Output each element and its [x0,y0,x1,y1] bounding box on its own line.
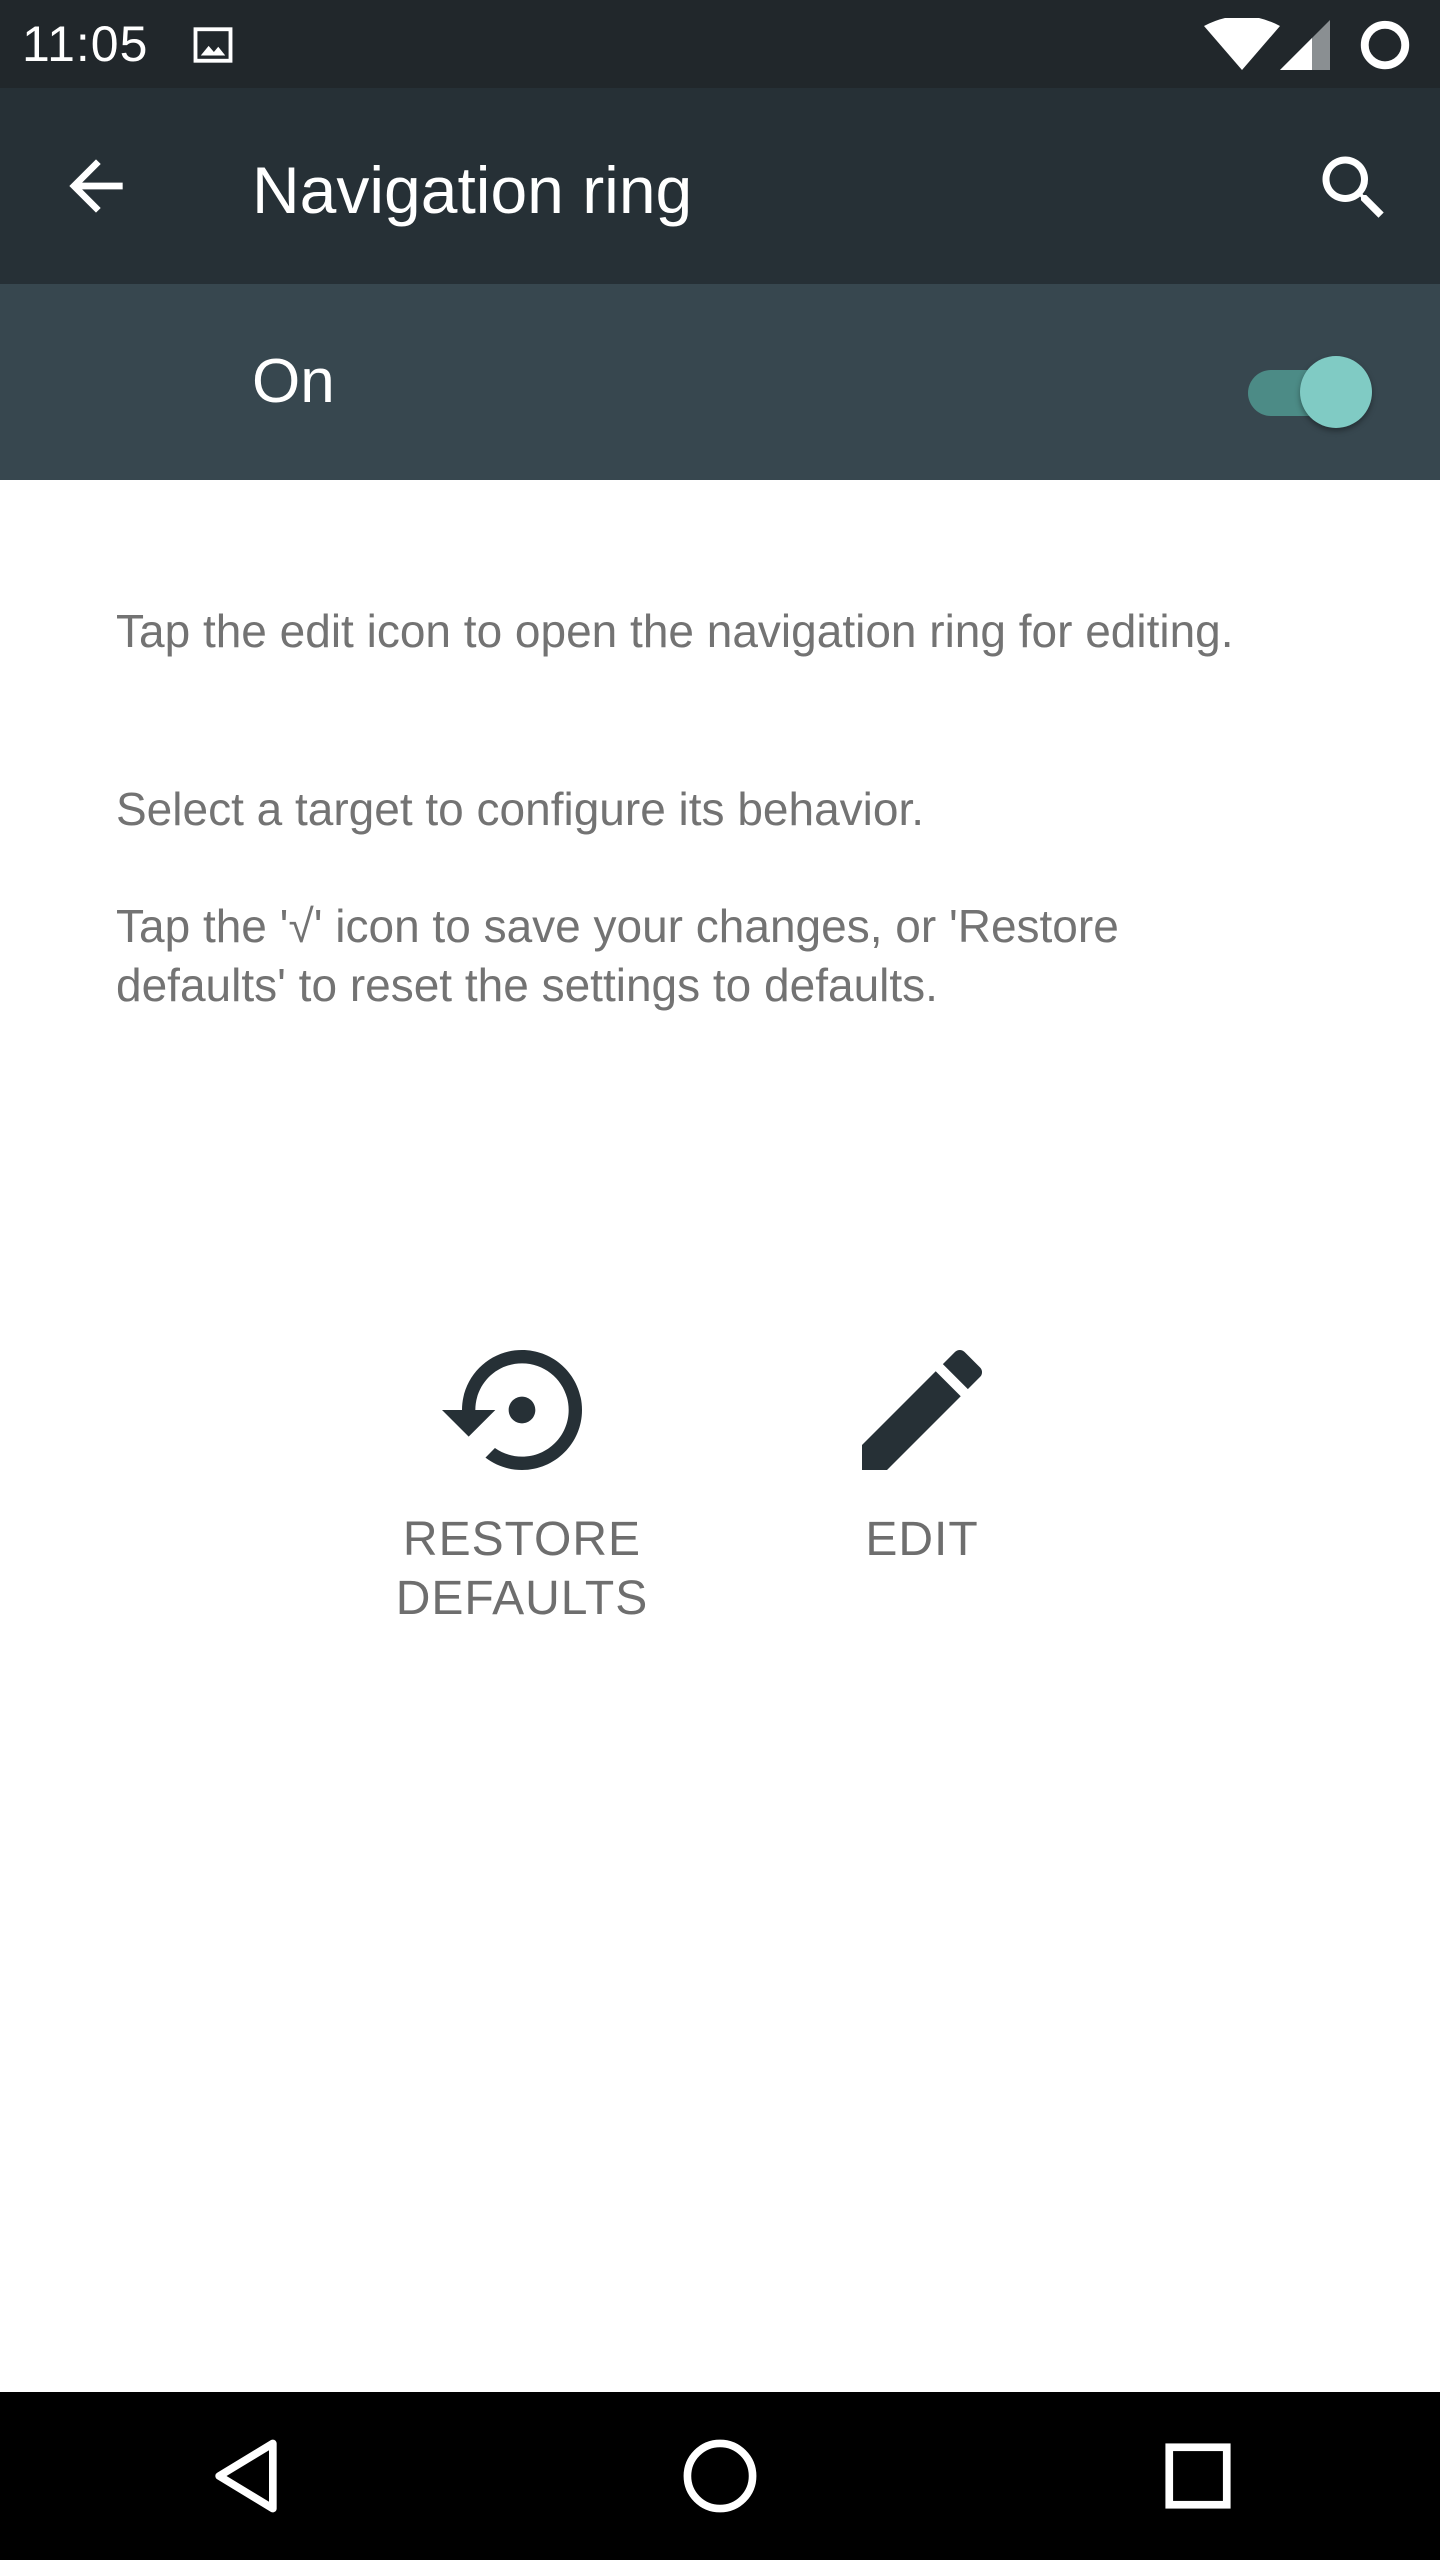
back-triangle-icon[interactable] [200,2430,292,2522]
gallery-icon [193,27,233,63]
switch-bar[interactable]: On [0,284,1440,480]
page-title: Navigation ring [252,153,693,227]
edit-button[interactable]: EDIT [762,1330,1082,1569]
edit-label: EDIT [865,1513,979,1566]
toolbar: Navigation ring [0,88,1440,284]
restore-icon [442,1350,582,1470]
system-navigation-bar [0,2392,1440,2560]
home-circle-icon[interactable] [674,2430,766,2522]
switch-label: On [252,347,335,416]
status-bar: 11:05 [0,0,1440,88]
toggle-thumb [1300,356,1372,428]
wifi-icon [1204,18,1280,70]
restore-defaults-label: RESTORE DEFAULTS [395,1513,649,1625]
on-off-toggle[interactable] [1246,344,1374,428]
signal-icon [1280,20,1330,70]
restore-defaults-button[interactable]: RESTORE DEFAULTS [362,1330,682,1628]
battery-icon [1360,20,1410,70]
search-icon[interactable] [1312,146,1396,230]
recents-square-icon[interactable] [1152,2430,1244,2522]
instruction-text-save: Tap the '√' icon to save your changes, o… [116,900,1119,1011]
instruction-text-select: Select a target to configure its behavio… [116,783,925,835]
status-time: 11:05 [22,16,149,72]
pencil-icon [862,1349,983,1470]
arrow-back-icon[interactable] [56,146,136,226]
instruction-text-edit: Tap the edit icon to open the navigation… [116,605,1234,657]
